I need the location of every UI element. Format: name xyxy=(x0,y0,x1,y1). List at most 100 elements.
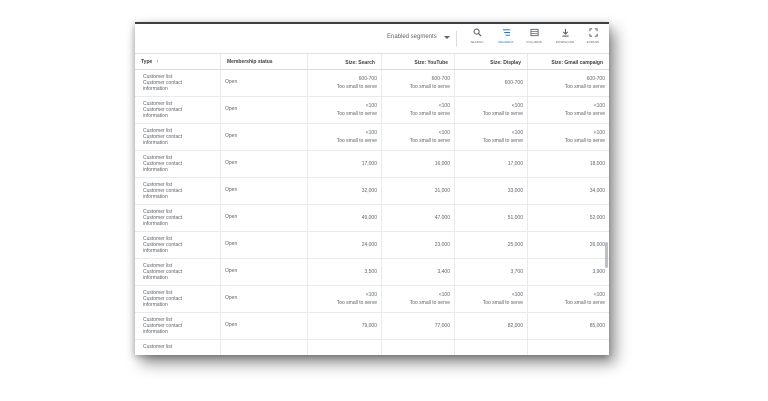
cell-size-youtube: 23,000 xyxy=(382,232,455,258)
cell-size-value: 34,000 xyxy=(589,188,605,194)
cell-membership-status: Open xyxy=(221,205,308,231)
cell-membership-status: Open xyxy=(221,286,308,312)
cell-type-line: information xyxy=(143,167,168,173)
cell-size-gmail: 34,000 xyxy=(528,178,609,204)
cell-size-gmail: 600-700 Too small to serve xyxy=(528,70,609,96)
cell-size-value: <100 xyxy=(511,292,523,298)
segment-button-label: Segment xyxy=(498,40,514,44)
cell-size-value: 82,000 xyxy=(507,323,523,329)
search-icon xyxy=(473,28,482,37)
column-header-membership-status[interactable]: Membership status xyxy=(221,54,308,69)
cell-size-value: <100 xyxy=(365,130,377,136)
sort-arrow-icon: ↑ xyxy=(156,59,159,65)
cell-size-gmail xyxy=(528,340,609,355)
cell-size-note: Too small to serve xyxy=(409,111,450,117)
cell-size-note: Too small to serve xyxy=(409,84,450,90)
cell-size-display: <100 Too small to serve xyxy=(455,286,528,312)
cell-type: Customer list Customer contact information xyxy=(135,178,221,204)
cell-type-line: information xyxy=(143,221,168,227)
cell-size-value: 3,700 xyxy=(510,269,523,275)
cell-size-note: Too small to serve xyxy=(336,111,377,117)
table-row[interactable]: Customer list Customer contact information… xyxy=(135,205,609,232)
download-icon xyxy=(561,28,569,37)
cell-type-line: information xyxy=(143,86,168,92)
cell-type: Customer list xyxy=(135,340,221,355)
cell-size-youtube: 16,000 xyxy=(382,151,455,177)
column-header-type[interactable]: Type ↑ xyxy=(135,54,221,69)
cell-type: Customer list Customer contact information xyxy=(135,313,221,339)
column-header-size-display[interactable]: Size: Display xyxy=(455,54,528,69)
segments-dropdown[interactable]: Enabled segments xyxy=(387,34,450,40)
cell-type-line: information xyxy=(143,140,168,146)
table-row[interactable]: Customer list Customer contact information… xyxy=(135,232,609,259)
cell-size-value: 17,000 xyxy=(507,161,523,167)
cell-size-display: 600-700 xyxy=(455,70,528,96)
cell-type-line: information xyxy=(143,302,168,308)
cell-size-search: 3,500 xyxy=(308,259,382,285)
columns-button-label: Columns xyxy=(526,40,542,44)
cell-size-search: 600-700 Too small to serve xyxy=(308,70,382,96)
cell-size-value: 600-700 xyxy=(586,76,605,82)
cell-size-note: Too small to serve xyxy=(409,300,450,306)
cell-size-value: <100 xyxy=(593,103,605,109)
cell-membership-status: Open xyxy=(221,313,308,339)
cell-size-search: 32,000 xyxy=(308,178,382,204)
column-header-size-gmail[interactable]: Size: Gmail campaign xyxy=(528,54,609,69)
table-row[interactable]: Customer list Customer contact information… xyxy=(135,124,609,151)
cell-size-value: 52,000 xyxy=(589,215,605,221)
cell-membership-status: Open xyxy=(221,259,308,285)
cell-size-value: 600-700 xyxy=(358,76,377,82)
cell-size-value: 31,000 xyxy=(434,188,450,194)
cell-size-value: <100 xyxy=(438,103,450,109)
segment-button[interactable]: Segment xyxy=(494,28,518,50)
cell-size-note: Too small to serve xyxy=(336,300,377,306)
cell-size-note: Too small to serve xyxy=(564,300,605,306)
table-body: Customer list Customer contact information… xyxy=(135,70,609,355)
search-button-label: Search xyxy=(470,40,484,44)
cell-size-display: 17,000 xyxy=(455,151,528,177)
cell-size-value: <100 xyxy=(438,130,450,136)
cell-size-value: 3,400 xyxy=(437,269,450,275)
cell-size-display: 51,000 xyxy=(455,205,528,231)
download-button[interactable]: Download xyxy=(553,28,577,50)
cell-size-value: 23,000 xyxy=(434,242,450,248)
cell-size-display: <100 Too small to serve xyxy=(455,97,528,123)
expand-button[interactable]: Expand xyxy=(581,28,605,50)
cell-membership-status: Open xyxy=(221,178,308,204)
table-row[interactable]: Customer list Customer contact information… xyxy=(135,313,609,340)
vertical-scrollbar[interactable] xyxy=(605,242,608,268)
table-row[interactable]: Customer list Customer contact information… xyxy=(135,151,609,178)
cell-type: Customer list Customer contact information xyxy=(135,151,221,177)
chevron-down-icon xyxy=(443,35,450,39)
cell-size-gmail: 3,900 xyxy=(528,259,609,285)
cell-size-search: 79,000 xyxy=(308,313,382,339)
table-row[interactable]: Customer list Customer contact information… xyxy=(135,97,609,124)
cell-size-youtube: 600-700 Too small to serve xyxy=(382,70,455,96)
table-row[interactable]: Customer list Customer contact information… xyxy=(135,70,609,97)
cell-size-value: 24,000 xyxy=(361,242,377,248)
column-header-size-search[interactable]: Size: Search xyxy=(308,54,382,69)
cell-size-value: 25,000 xyxy=(507,242,523,248)
table-row[interactable]: Customer list Customer contact information… xyxy=(135,178,609,205)
table-row[interactable]: Customer list Customer contact information… xyxy=(135,259,609,286)
cell-size-value: 85,000 xyxy=(589,323,605,329)
cell-size-youtube: 3,400 xyxy=(382,259,455,285)
table-row[interactable]: Customer list Customer contact information… xyxy=(135,286,609,313)
cell-size-gmail: <100 Too small to serve xyxy=(528,124,609,150)
cell-size-youtube: 77,000 xyxy=(382,313,455,339)
cell-size-display: 33,000 xyxy=(455,178,528,204)
cell-membership-status: Open xyxy=(221,151,308,177)
cell-type-line: Customer list xyxy=(143,344,173,350)
cell-size-value: <100 xyxy=(511,130,523,136)
cell-size-gmail: <100 Too small to serve xyxy=(528,286,609,312)
columns-button[interactable]: Columns xyxy=(522,28,546,50)
table-row[interactable]: Customer list xyxy=(135,340,609,355)
cell-type: Customer list Customer contact information xyxy=(135,259,221,285)
column-header-size-youtube[interactable]: Size: YouTube xyxy=(382,54,455,69)
cell-size-note: Too small to serve xyxy=(564,84,605,90)
cell-type: Customer list Customer contact information xyxy=(135,70,221,96)
search-button[interactable]: Search xyxy=(465,28,489,50)
cell-type-line: information xyxy=(143,275,168,281)
cell-type: Customer list Customer contact information xyxy=(135,232,221,258)
cell-size-youtube: <100 Too small to serve xyxy=(382,97,455,123)
